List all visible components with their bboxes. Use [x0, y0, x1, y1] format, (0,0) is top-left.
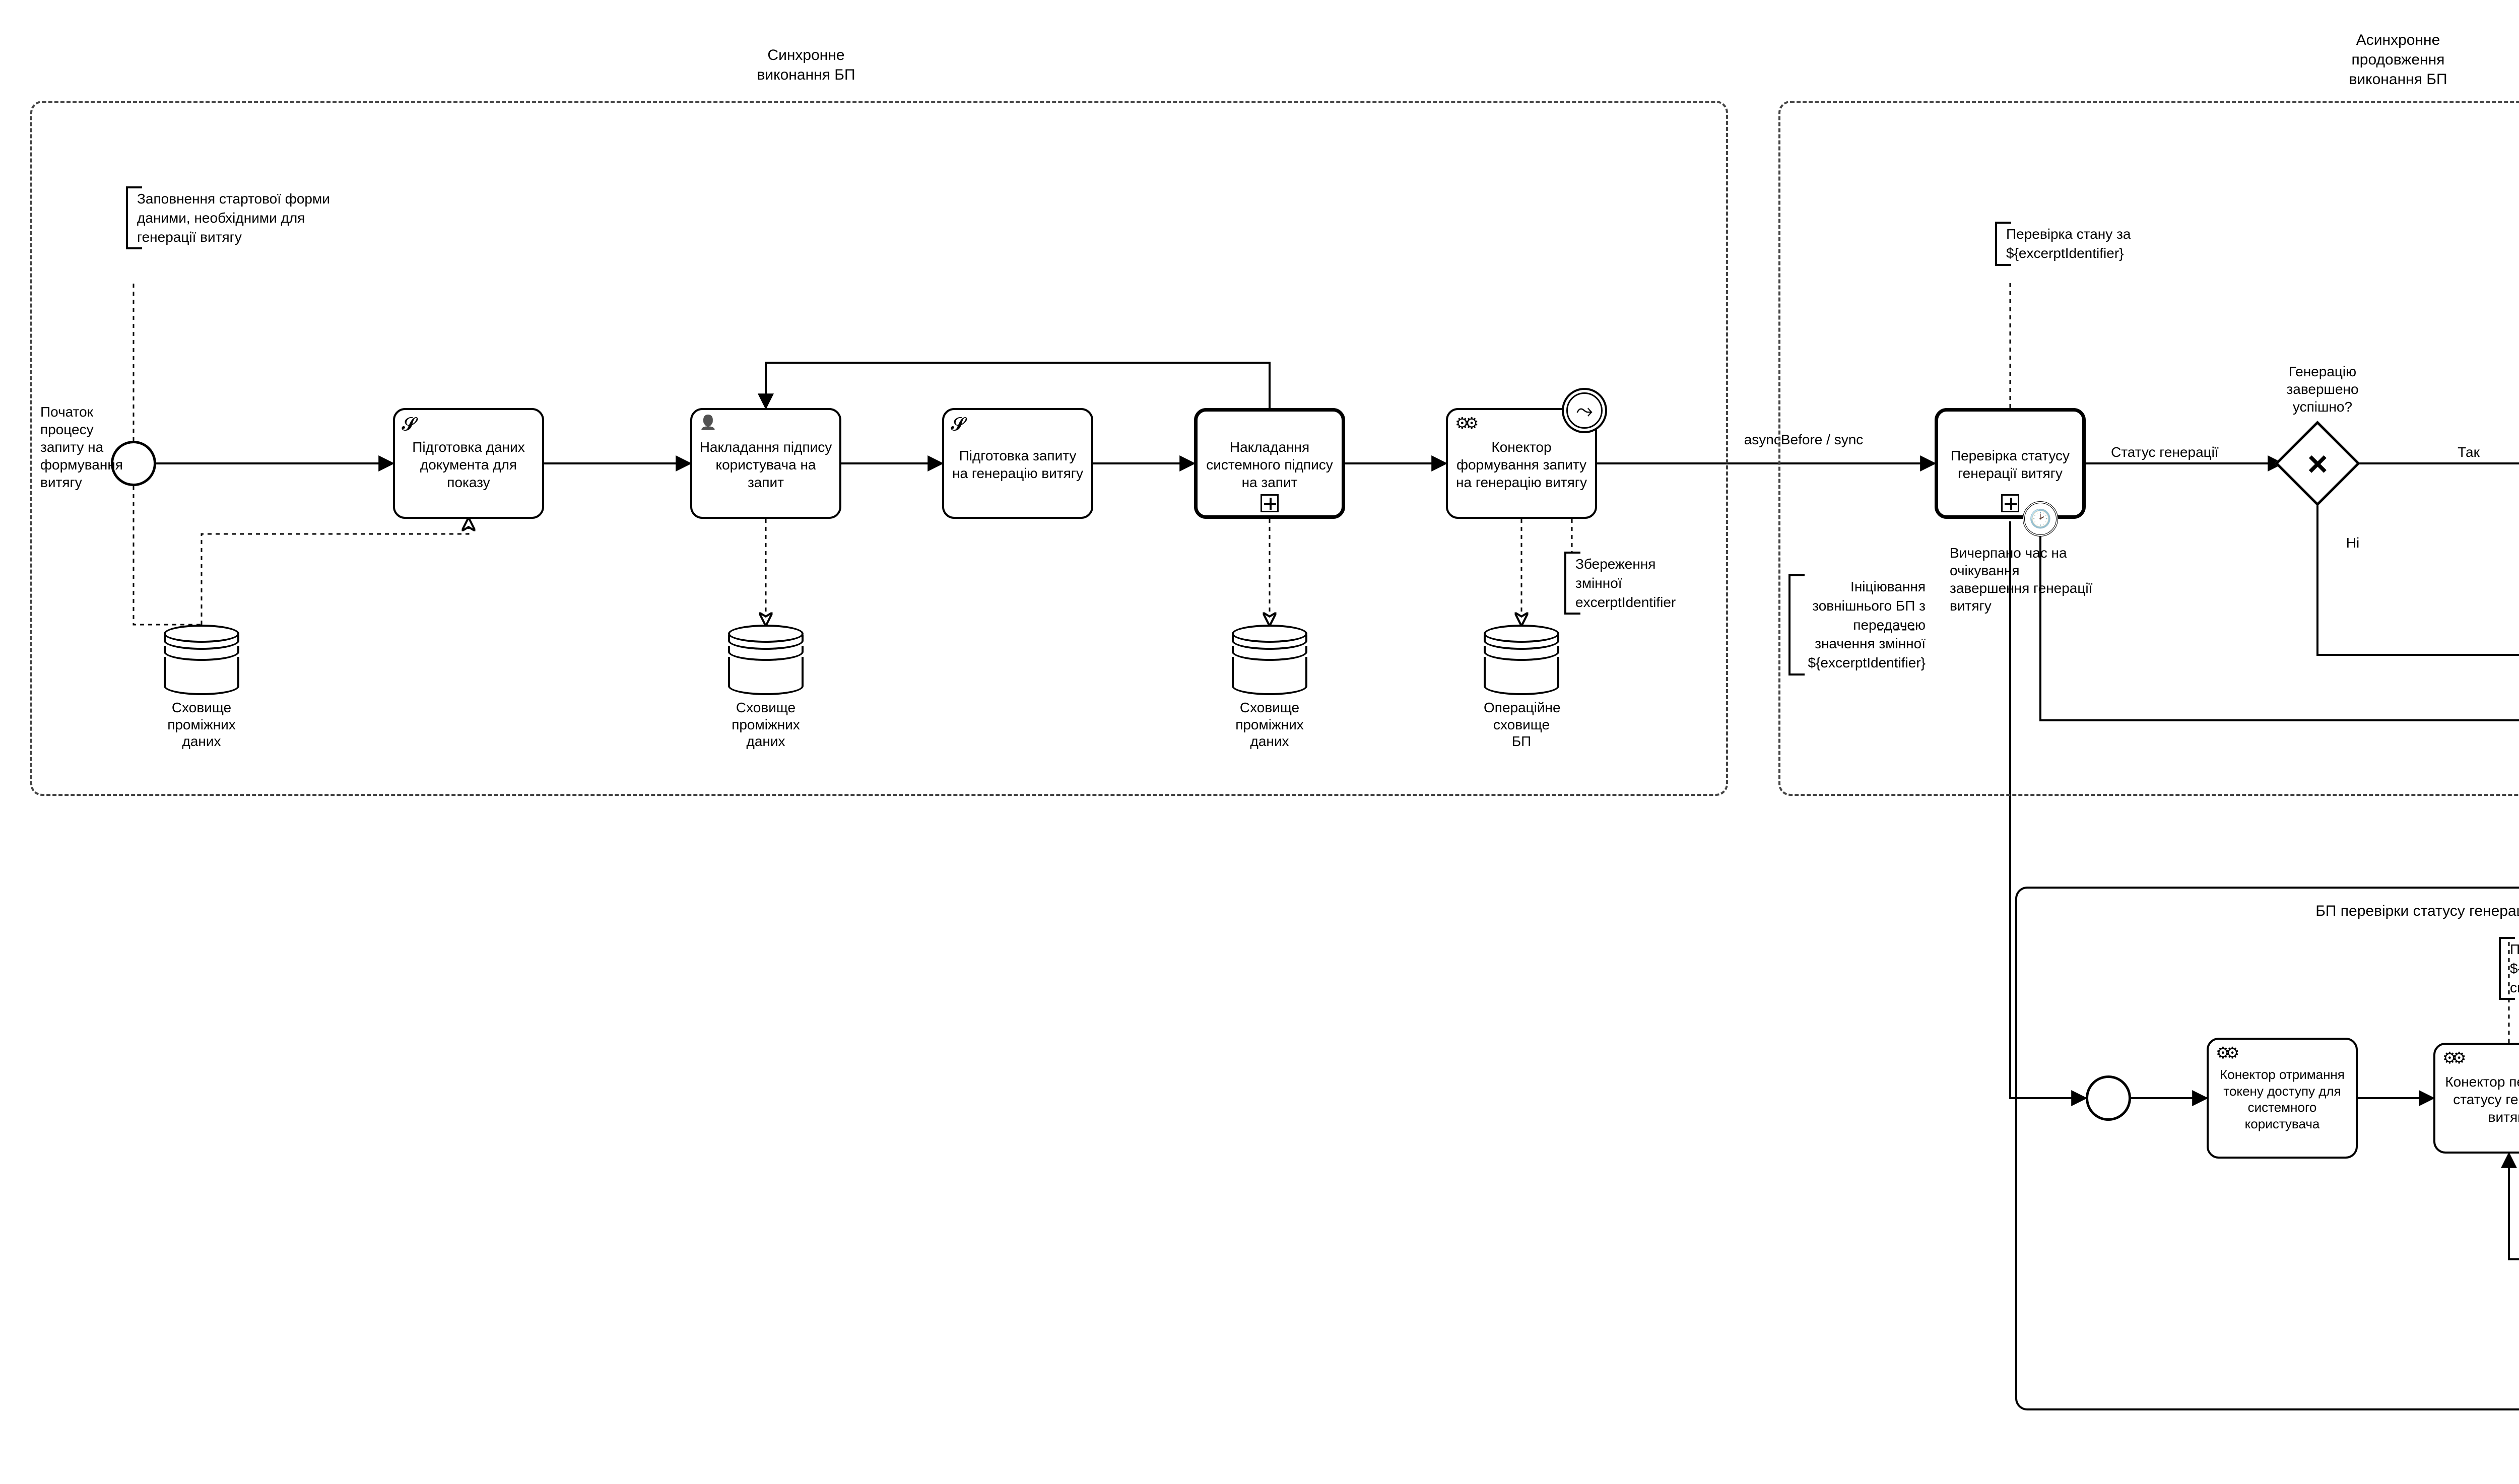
xor-icon: × — [2307, 446, 2328, 481]
gateway-gen-success-label: Генерацію завершено успішно? — [2267, 363, 2378, 416]
annotation-save-var: Збереження змінної excerptIdentifier — [1564, 552, 1705, 615]
task-check-conn: Конектор перевірки статусу генерації вит… — [2433, 1043, 2519, 1154]
service-icon — [2216, 1045, 2234, 1061]
task-prep-doc: Підготовка даних документа для показу — [393, 408, 544, 519]
task-check-status: Перевірка статусу генерації витягу — [1935, 408, 2086, 519]
sync-pool-title: Синхронне виконання БП — [705, 45, 907, 85]
datastore-intermediate-2: Сховище проміжних даних — [728, 625, 804, 750]
task-user-sign: Накладання підпису користувача на запит — [690, 408, 841, 519]
annotation-init-ext: Ініціювання зовнішнього БП з передачею з… — [1788, 574, 1935, 676]
user-icon — [699, 415, 717, 430]
subprocess-marker-icon — [2001, 494, 2019, 512]
datastore-intermediate-3: Сховище проміжних даних — [1232, 625, 1307, 750]
task-sys-sign: Накладання системного підпису на запит — [1194, 408, 1345, 519]
edge-no: Ні — [2333, 534, 2373, 552]
edge-status: Статус генерації — [2111, 443, 2242, 461]
timer-boundary-icon: 🕑 — [2023, 501, 2058, 536]
signal-icon: ⤳ — [1576, 398, 1593, 423]
annotation-start-form: Заповнення стартової форми даними, необх… — [126, 186, 348, 249]
task-prep-req: Підготовка запиту на генерацію витягу — [942, 408, 1093, 519]
subprocess-marker-icon — [1261, 494, 1279, 512]
annotation-check-sys: Перевірка стану за ${excerptIdentifier} … — [2499, 937, 2519, 1000]
datastore-op: Операційне сховище БП — [1484, 625, 1559, 750]
datastore-intermediate-1: Сховище проміжних даних — [164, 625, 239, 750]
start-event-label: Початок процесу запиту на формування вит… — [40, 403, 131, 491]
script-icon — [951, 415, 965, 433]
gateway-gen-success: × — [2287, 433, 2348, 494]
service-icon — [2442, 1050, 2461, 1066]
service-icon — [1455, 415, 1474, 432]
task-get-token: Конектор отримання токену доступу для си… — [2207, 1038, 2358, 1159]
script-icon — [402, 415, 416, 433]
edge-yes: Так — [2443, 443, 2494, 461]
boundary-event-connector: ⤳ — [1562, 388, 1607, 433]
sub-start-event — [2086, 1075, 2131, 1121]
sub-pool-title: БП перевірки статусу генерації витягу — [2242, 902, 2519, 921]
async-pool-title: Асинхронне продовження виконання БП — [2317, 30, 2479, 89]
edge-timeout: Вичерпано час на очікування завершення г… — [1950, 544, 2101, 615]
annotation-check-by-id: Перевірка стану за ${excerptIdentifier} — [1995, 222, 2161, 266]
